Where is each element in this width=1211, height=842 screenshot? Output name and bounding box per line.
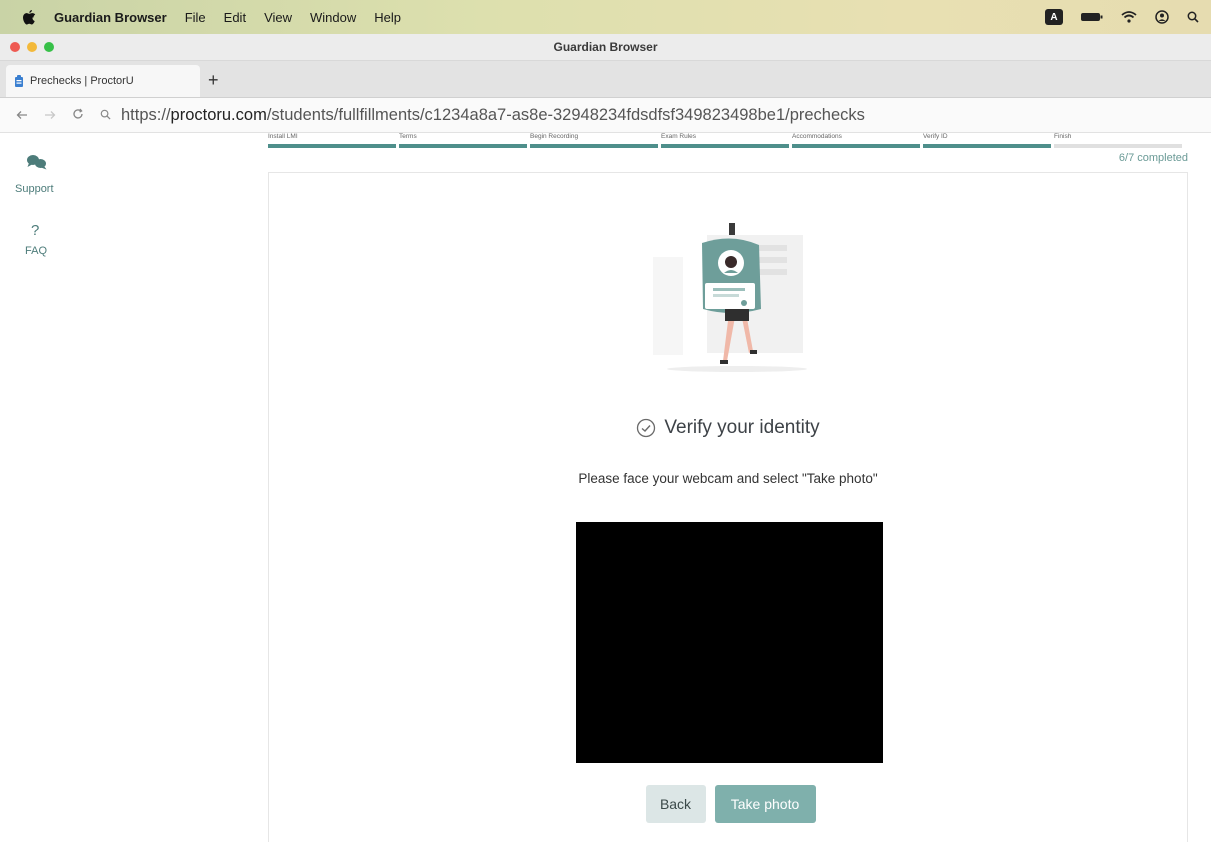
step-bar	[268, 144, 396, 148]
step-label: Terms	[399, 133, 417, 140]
id-badge-illustration	[647, 221, 807, 373]
battery-icon[interactable]	[1081, 12, 1103, 22]
sidebar-support-label: Support	[15, 183, 54, 195]
menu-bar: Guardian Browser File Edit View Window H…	[0, 0, 1211, 34]
wifi-icon[interactable]	[1121, 11, 1137, 23]
step-verify-id: Verify ID	[923, 132, 1051, 148]
step-bar	[661, 144, 789, 148]
sidebar: Support ? FAQ	[0, 132, 75, 841]
progress-count: 6/7 completed	[1118, 152, 1188, 164]
step-bar	[923, 144, 1051, 148]
step-label: Finish	[1054, 133, 1072, 140]
new-tab-button[interactable]: +	[208, 70, 219, 91]
sidebar-faq-label: FAQ	[25, 245, 48, 257]
reload-icon[interactable]	[72, 108, 84, 123]
webcam-preview	[576, 522, 883, 763]
url-path: /students/fullfillments/c1234a8a7-as8e-3…	[266, 105, 865, 124]
url-search-icon	[100, 106, 111, 125]
forward-arrow-icon[interactable]	[44, 108, 56, 123]
step-label: Begin Recording	[530, 133, 579, 140]
instruction-text: Please face your webcam and select "Take…	[578, 471, 878, 486]
user-icon[interactable]	[1155, 10, 1169, 24]
step-label: Exam Rules	[661, 133, 697, 140]
url-domain: proctoru.com	[170, 105, 267, 124]
page-title: Verify your identity	[269, 417, 1187, 439]
back-arrow-icon[interactable]	[16, 108, 28, 123]
apple-icon[interactable]	[22, 9, 36, 25]
step-exam-rules: Exam Rules	[661, 132, 789, 148]
step-bar	[530, 144, 658, 148]
url-prefix: https://	[121, 105, 171, 124]
action-buttons: Back Take photo	[269, 785, 1187, 823]
menu-help[interactable]: Help	[374, 10, 401, 25]
step-finish: Finish	[1054, 132, 1182, 148]
check-circle-icon	[636, 418, 656, 438]
menu-window[interactable]: Window	[310, 10, 356, 25]
menu-view[interactable]: View	[264, 10, 292, 25]
window-title: Guardian Browser	[553, 40, 658, 54]
chat-bubbles-icon	[26, 154, 48, 175]
tab-prechecks[interactable]: Prechecks | ProctorU	[6, 65, 200, 97]
step-accommodations: Accommodations	[792, 132, 920, 148]
sidebar-item-faq[interactable]: ? FAQ	[0, 222, 75, 257]
step-label: Install LMI	[268, 133, 298, 140]
step-bar	[792, 144, 920, 148]
proctoru-favicon-icon	[14, 75, 24, 87]
url-field[interactable]: https://proctoru.com/students/fullfillme…	[100, 106, 865, 125]
step-label: Accommodations	[792, 133, 842, 140]
minimize-window-button[interactable]	[27, 42, 37, 52]
step-begin-recording: Begin Recording	[530, 132, 658, 148]
sidebar-item-support[interactable]: Support	[0, 154, 75, 195]
menu-edit[interactable]: Edit	[224, 10, 246, 25]
menu-file[interactable]: File	[185, 10, 206, 25]
maximize-window-button[interactable]	[44, 42, 54, 52]
step-terms: Terms	[399, 132, 527, 148]
verify-identity-card: Verify your identity Please face your we…	[268, 172, 1188, 842]
step-bar	[399, 144, 527, 148]
window-controls	[10, 42, 54, 52]
step-label: Verify ID	[923, 133, 948, 140]
page-title-text: Verify your identity	[664, 417, 820, 438]
address-bar: https://proctoru.com/students/fullfillme…	[0, 98, 1211, 133]
search-icon[interactable]	[1187, 11, 1199, 23]
step-bar	[1054, 144, 1182, 148]
precheck-progress: Install LMI Terms Begin Recording Exam R…	[268, 132, 1188, 152]
step-install-lmi: Install LMI	[268, 132, 396, 148]
close-window-button[interactable]	[10, 42, 20, 52]
tab-bar: Prechecks | ProctorU	[0, 61, 1211, 98]
question-mark-icon: ?	[31, 222, 40, 239]
keyboard-layout-icon[interactable]: A	[1045, 9, 1063, 25]
tab-title: Prechecks | ProctorU	[30, 75, 134, 87]
take-photo-button[interactable]: Take photo	[714, 785, 816, 823]
back-button[interactable]: Back	[645, 785, 706, 823]
window-title-bar: Guardian Browser	[0, 34, 1211, 61]
menu-app-name[interactable]: Guardian Browser	[54, 10, 167, 25]
